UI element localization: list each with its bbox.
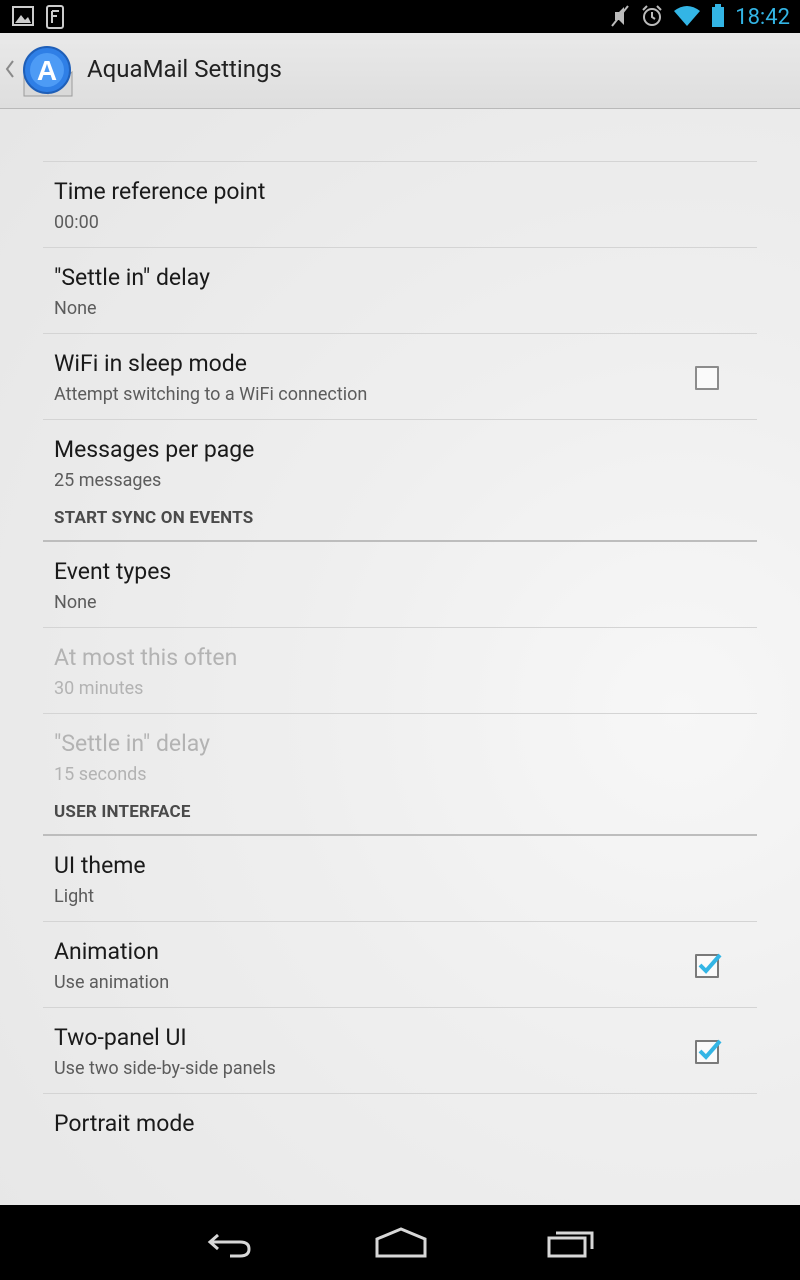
pref-summary: 30 minutes (54, 678, 144, 699)
pref-two-panel-ui[interactable]: Two-panel UI Use two side-by-side panels (43, 1008, 757, 1094)
pref-title: WiFi in sleep mode (54, 350, 247, 377)
pref-summary: 00:00 (54, 212, 99, 233)
checkmark-icon (698, 953, 722, 974)
aquamail-logo-icon[interactable]: A (20, 44, 76, 104)
pref-time-reference-point[interactable]: Time reference point 00:00 (43, 162, 757, 248)
pref-title: Event types (54, 558, 172, 585)
pref-summary: None (54, 592, 97, 613)
animation-checkbox[interactable] (695, 953, 722, 978)
gallery-icon (12, 5, 34, 33)
pref-summary: None (54, 298, 97, 319)
pref-animation[interactable]: Animation Use animation (43, 922, 757, 1008)
pref-title: Portrait mode (54, 1110, 195, 1137)
page-title: AquaMail Settings (87, 55, 282, 83)
pref-title: Messages per page (54, 436, 255, 463)
pref-wifi-sleep-mode[interactable]: WiFi in sleep mode Attempt switching to … (43, 334, 757, 420)
clock: 18:42 (735, 5, 790, 30)
category-label: USER INTERFACE (54, 802, 191, 822)
pref-title: "Settle in" delay (54, 730, 210, 757)
pref-at-most-this-often: At most this often 30 minutes (43, 628, 757, 714)
mute-icon (609, 4, 631, 32)
action-bar: A AquaMail Settings (0, 33, 800, 109)
alarm-icon (641, 4, 663, 32)
pref-settle-in-delay[interactable]: "Settle in" delay None (43, 248, 757, 334)
checkmark-icon (698, 1039, 722, 1060)
pref-title: At most this often (54, 644, 238, 671)
settings-list-container[interactable]: Time reference point 00:00 "Settle in" d… (0, 109, 800, 1205)
svg-text:A: A (37, 55, 57, 86)
pref-title: UI theme (54, 852, 146, 879)
up-chevron-icon[interactable] (4, 58, 16, 84)
pref-summary: Attempt switching to a WiFi connection (54, 384, 368, 405)
category-start-sync-on-events: START SYNC ON EVENTS (43, 496, 757, 542)
pref-messages-per-page[interactable]: Messages per page 25 messages (43, 420, 757, 505)
recent-apps-icon[interactable] (546, 1225, 598, 1265)
category-user-interface: USER INTERFACE (43, 790, 757, 836)
pref-event-types[interactable]: Event types None (43, 542, 757, 628)
pref-title: "Settle in" delay (54, 264, 210, 291)
pref-portrait-mode[interactable]: Portrait mode (43, 1094, 757, 1179)
wifi-sleep-checkbox[interactable] (695, 366, 719, 390)
status-bar: 18:42 (0, 0, 800, 33)
pref-title: Time reference point (54, 178, 266, 205)
pref-sync-settle-in-delay: "Settle in" delay 15 seconds (43, 714, 757, 799)
two-panel-checkbox[interactable] (695, 1039, 722, 1064)
settings-list: Time reference point 00:00 "Settle in" d… (43, 161, 757, 1179)
category-label: START SYNC ON EVENTS (54, 508, 254, 528)
navigation-bar (0, 1205, 800, 1280)
pref-summary: Use two side-by-side panels (54, 1058, 276, 1079)
pref-summary: Light (54, 886, 94, 907)
pref-title: Animation (54, 938, 159, 965)
flipboard-icon (44, 5, 66, 33)
battery-icon (711, 4, 725, 32)
home-icon[interactable] (374, 1225, 428, 1265)
back-icon[interactable] (204, 1225, 254, 1265)
pref-ui-theme[interactable]: UI theme Light (43, 836, 757, 922)
pref-summary: 25 messages (54, 470, 162, 491)
pref-title: Two-panel UI (54, 1024, 187, 1051)
pref-summary: Use animation (54, 972, 170, 993)
pref-summary: 15 seconds (54, 764, 147, 785)
wifi-icon (673, 5, 701, 31)
